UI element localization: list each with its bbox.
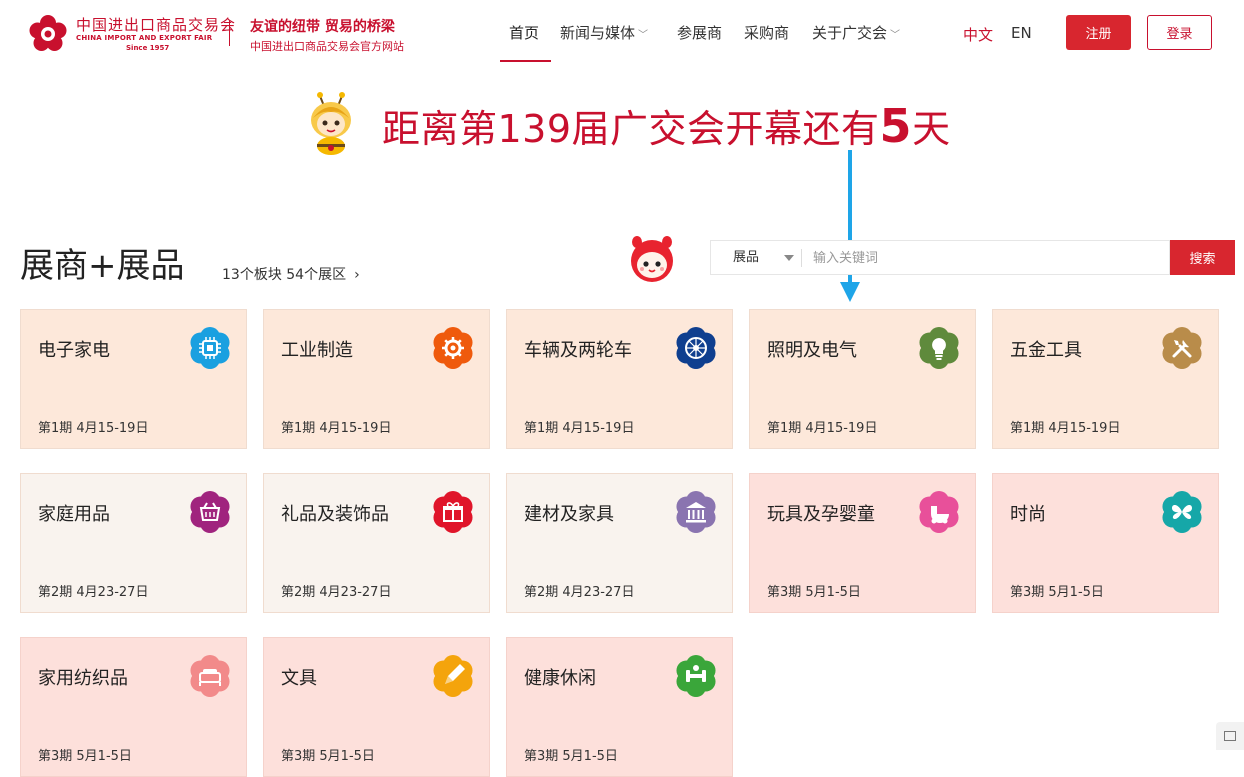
wheel-icon	[676, 327, 716, 369]
chevron-down-icon: ﹀	[638, 30, 649, 41]
category-card[interactable]: 家用纺织品第3期 5月1-5日	[20, 637, 247, 777]
category-name: 时尚	[1010, 504, 1046, 525]
category-card[interactable]: 建材及家具第2期 4月23-27日	[506, 473, 733, 613]
bee-mascot-icon	[311, 92, 351, 155]
search-scope-label: 展品	[733, 250, 760, 265]
search-scope-select[interactable]: 展品	[711, 241, 801, 274]
category-date: 第2期 4月23-27日	[38, 585, 149, 600]
category-date: 第1期 4月15-19日	[1010, 421, 1121, 436]
nav-item-about[interactable]: 关于广交会 ﹀	[812, 22, 900, 62]
gift-icon	[433, 491, 473, 533]
logo-since: Since 1957	[126, 44, 170, 52]
search-input[interactable]	[811, 245, 1165, 272]
caret-down-icon	[784, 255, 794, 261]
category-date: 第3期 5月1-5日	[1010, 585, 1104, 600]
slogan: 友谊的纽带 贸易的桥梁	[250, 19, 395, 35]
tools-icon	[1162, 327, 1202, 369]
canton-fair-flower-logo-icon[interactable]	[28, 14, 68, 54]
category-card[interactable]: 文具第3期 5月1-5日	[263, 637, 490, 777]
category-name: 车辆及两轮车	[524, 340, 632, 361]
annotation-arrow-head	[840, 282, 860, 302]
category-card[interactable]: 礼品及装饰品第2期 4月23-27日	[263, 473, 490, 613]
stroller-icon	[919, 491, 959, 533]
nav-active-underline	[500, 60, 551, 62]
login-button[interactable]: 登录	[1147, 15, 1212, 50]
nav-item-label: 采购商	[744, 24, 790, 42]
category-date: 第3期 5月1-5日	[281, 749, 375, 764]
pencil-icon	[433, 655, 473, 697]
category-date: 第1期 4月15-19日	[767, 421, 878, 436]
category-card[interactable]: 电子家电第1期 4月15-19日	[20, 309, 247, 449]
category-card[interactable]: 车辆及两轮车第1期 4月15-19日	[506, 309, 733, 449]
category-name: 家用纺织品	[38, 668, 128, 689]
bulb-icon	[919, 327, 959, 369]
nav-item-home[interactable]: 首页	[509, 22, 539, 62]
basket-icon	[190, 491, 230, 533]
category-name: 礼品及装饰品	[281, 504, 389, 525]
category-name: 电子家电	[38, 340, 110, 361]
nav-item-label: 参展商	[677, 24, 723, 42]
nav-item-news-media[interactable]: 新闻与媒体 ﹀	[560, 22, 648, 62]
logo-en-name: CHINA IMPORT AND EXPORT FAIR	[76, 34, 213, 42]
logo-divider	[229, 20, 230, 46]
category-date: 第2期 4月23-27日	[281, 585, 392, 600]
building-icon	[676, 491, 716, 533]
mascot-face-icon	[631, 236, 673, 282]
nav-item-label: 关于广交会	[812, 24, 888, 42]
category-card[interactable]: 五金工具第1期 4月15-19日	[992, 309, 1219, 449]
category-card[interactable]: 时尚第3期 5月1-5日	[992, 473, 1219, 613]
search-divider	[801, 249, 802, 267]
fitness-icon	[676, 655, 716, 697]
nav-item-exhibitors[interactable]: 参展商	[677, 22, 722, 62]
category-date: 第1期 4月15-19日	[524, 421, 635, 436]
section-summary-link[interactable]: 13个板块 54个展区 ›	[222, 264, 360, 284]
category-date: 第1期 4月15-19日	[38, 421, 149, 436]
chevron-right-icon: ›	[354, 267, 360, 283]
gear-icon	[433, 327, 473, 369]
lang-en-link[interactable]: EN	[1011, 24, 1032, 42]
category-card[interactable]: 玩具及孕婴童第3期 5月1-5日	[749, 473, 976, 613]
category-name: 健康休闲	[524, 668, 596, 689]
section-title: 展商+展品	[20, 246, 185, 286]
search-bar: 展品	[710, 240, 1170, 275]
nav-item-label: 新闻与媒体	[560, 24, 636, 42]
logo-cn-name: 中国进出口商品交易会	[76, 16, 237, 34]
category-name: 建材及家具	[524, 504, 614, 525]
section-summary-text: 13个板块 54个展区	[222, 267, 347, 283]
subslogan: 中国进出口商品交易会官方网站	[250, 40, 404, 53]
category-date: 第1期 4月15-19日	[281, 421, 392, 436]
countdown-days: 5	[879, 99, 913, 153]
category-name: 文具	[281, 668, 317, 689]
countdown-banner: 距离第139届广交会开幕还有5天	[382, 98, 951, 153]
chip-icon	[190, 327, 230, 369]
category-date: 第3期 5月1-5日	[524, 749, 618, 764]
category-name: 照明及电气	[767, 340, 857, 361]
category-date: 第3期 5月1-5日	[38, 749, 132, 764]
category-date: 第3期 5月1-5日	[767, 585, 861, 600]
butterfly-icon	[1162, 491, 1202, 533]
register-button[interactable]: 注册	[1066, 15, 1131, 50]
category-card[interactable]: 照明及电气第1期 4月15-19日	[749, 309, 976, 449]
category-name: 玩具及孕婴童	[767, 504, 875, 525]
nav-item-label: 首页	[509, 24, 540, 42]
countdown-prefix: 距离第139届广交会开幕还有	[382, 107, 880, 151]
category-card[interactable]: 家庭用品第2期 4月23-27日	[20, 473, 247, 613]
nav-item-buyers[interactable]: 采购商	[744, 22, 789, 62]
category-card[interactable]: 健康休闲第3期 5月1-5日	[506, 637, 733, 777]
feedback-widget-icon[interactable]	[1216, 722, 1244, 750]
chevron-down-icon: ﹀	[890, 30, 901, 41]
category-name: 工业制造	[281, 340, 353, 361]
category-name: 家庭用品	[38, 504, 110, 525]
category-name: 五金工具	[1010, 340, 1082, 361]
category-card[interactable]: 工业制造第1期 4月15-19日	[263, 309, 490, 449]
category-date: 第2期 4月23-27日	[524, 585, 635, 600]
bed-icon	[190, 655, 230, 697]
search-button[interactable]: 搜索	[1170, 240, 1235, 275]
lang-zh-link[interactable]: 中文	[963, 24, 993, 45]
countdown-suffix: 天	[912, 107, 951, 151]
